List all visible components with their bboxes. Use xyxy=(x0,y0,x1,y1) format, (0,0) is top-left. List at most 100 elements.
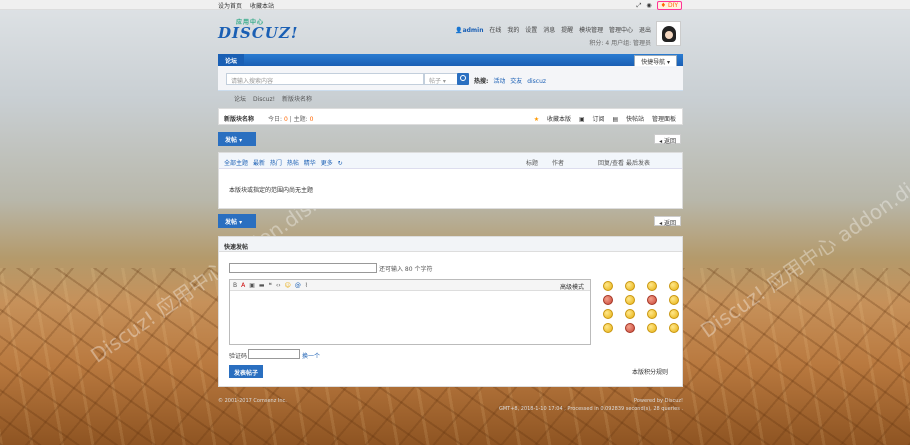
bold-icon[interactable]: B xyxy=(233,282,237,289)
forum-title: 新版块名称 xyxy=(224,116,255,123)
smiley-icon[interactable] xyxy=(625,295,635,305)
submit-post-button[interactable]: 发表帖子 xyxy=(229,365,264,378)
subject-hint: 还可输入 80 个字符 xyxy=(379,266,433,273)
code-icon[interactable]: ‹› xyxy=(276,282,281,289)
smiley-icon[interactable] xyxy=(625,323,635,333)
main-nav: 论坛 快捷导航 ▾ xyxy=(218,54,683,68)
link-icon[interactable]: ▬ xyxy=(259,282,265,289)
user-link-logout[interactable]: 退出 xyxy=(639,27,651,34)
smiley-icon[interactable] xyxy=(669,295,679,305)
hot-searches: 热搜: 活动 交友 discuz xyxy=(474,78,547,85)
subscribe-link[interactable]: ▣ 订阅 xyxy=(579,116,605,123)
point-rules-link[interactable]: 本版积分规则 xyxy=(632,367,668,376)
footer-stats: GMT+8, 2018-1-10 17:04 , Processed in 0.… xyxy=(498,406,683,412)
user-link-my[interactable]: 我的 xyxy=(507,27,519,34)
usergroup-link[interactable]: 用户组: 管理员 xyxy=(611,40,651,47)
avatar[interactable] xyxy=(656,21,681,46)
filter-latest[interactable]: 最新 xyxy=(253,160,265,167)
set-home-link[interactable]: 设为首页 xyxy=(218,3,242,10)
breadcrumb-item[interactable]: 新版块名称 xyxy=(282,96,312,103)
search-bar: 请输入搜索内容 帖子 ▾ 热搜: 活动 交友 discuz xyxy=(218,66,683,91)
smiley-icon[interactable] xyxy=(647,281,657,291)
smiley-panel xyxy=(603,281,681,333)
action-row-top: 发帖 ▾ ◂ 返回 xyxy=(218,132,683,146)
smiley-icon[interactable] xyxy=(625,281,635,291)
thread-list-header: 全部主题 最新 热门 热帖 精华 更多 ↻ 标题 作者 回复/查看 最后发表 xyxy=(219,153,682,169)
bookmark-link[interactable]: 收藏本站 xyxy=(250,3,274,10)
refresh-icon[interactable]: ↻ xyxy=(338,160,343,167)
user-link-admin[interactable]: 管理中心 xyxy=(609,27,633,34)
search-button[interactable] xyxy=(457,73,469,85)
new-post-button[interactable]: 发帖 ▾ xyxy=(218,132,256,146)
user-link-notice[interactable]: 提醒 xyxy=(561,27,573,34)
advanced-mode-link[interactable]: 高级模式 xyxy=(560,282,584,291)
online-status[interactable]: 在线 xyxy=(489,27,501,34)
footer-power[interactable]: Powered by Discuz! xyxy=(634,398,683,404)
back-button[interactable]: ◂ 返回 xyxy=(654,134,681,145)
user-link-settings[interactable]: 设置 xyxy=(525,27,537,34)
smiley-icon[interactable] xyxy=(669,281,679,291)
top-bar: 设为首页 收藏本站 ⤢ ◉ ♦ DIY xyxy=(0,0,910,10)
smiley-icon[interactable] xyxy=(603,309,613,319)
nav-tab-forum[interactable]: 论坛 xyxy=(218,54,245,66)
filter-all[interactable]: 全部主题 xyxy=(224,160,248,167)
favorite-forum-link[interactable]: ★ 收藏本版 xyxy=(528,116,571,123)
smiley-icon[interactable] xyxy=(669,323,679,333)
fast-post-title: 快速发帖 xyxy=(219,237,682,252)
style-icon[interactable]: ◉ xyxy=(646,2,651,9)
smiley-icon[interactable] xyxy=(625,309,635,319)
col-author[interactable]: 作者 xyxy=(552,160,564,167)
filter-digest[interactable]: 精华 xyxy=(304,160,316,167)
back-button[interactable]: ◂ 返回 xyxy=(654,216,681,227)
image-icon[interactable]: ▣ xyxy=(249,282,255,289)
hot-search-item[interactable]: discuz xyxy=(527,78,546,85)
col-replies[interactable]: 回复/查看 xyxy=(598,160,624,167)
smiley-icon[interactable] xyxy=(647,323,657,333)
forum-actions: ★ 收藏本版 ▣ 订阅 ▤ 快帖站 管理面板 xyxy=(522,114,676,123)
editor-toolbar: B A ▣ ▬ ❝ ‹› ☺ @ ⌇ xyxy=(230,280,590,291)
smiley-icon[interactable] xyxy=(603,323,613,333)
filter-hot-threads[interactable]: 热帖 xyxy=(287,160,299,167)
search-input[interactable]: 请输入搜索内容 xyxy=(226,73,424,85)
filter-hot[interactable]: 热门 xyxy=(270,160,282,167)
font-color-icon[interactable]: A xyxy=(241,282,245,289)
col-last-post[interactable]: 最后发表 xyxy=(626,160,650,167)
username-link[interactable]: admin xyxy=(463,27,484,34)
post-editor[interactable]: B A ▣ ▬ ❝ ‹› ☺ @ ⌇ 高级模式 xyxy=(229,279,591,345)
smiley-icon[interactable]: ☺ xyxy=(285,282,291,289)
attach-icon[interactable]: ⌇ xyxy=(305,282,308,289)
smiley-icon[interactable] xyxy=(647,295,657,305)
col-title: 标题 xyxy=(526,160,539,167)
breadcrumb-item[interactable]: 论坛 xyxy=(234,96,246,103)
smiley-icon[interactable] xyxy=(669,309,679,319)
filter-more[interactable]: 更多 xyxy=(321,160,333,167)
hot-search-item[interactable]: 活动 xyxy=(493,78,505,85)
fast-post-panel: 快速发帖 还可输入 80 个字符 B A ▣ ▬ ❝ ‹› ☺ @ ⌇ 高级模式 xyxy=(218,236,683,387)
captcha-input[interactable] xyxy=(248,349,300,359)
at-icon[interactable]: @ xyxy=(295,282,301,289)
new-post-button[interactable]: 发帖 ▾ xyxy=(218,214,256,228)
action-row-bottom: 发帖 ▾ ◂ 返回 xyxy=(218,214,683,228)
points-link[interactable]: 积分: 4 xyxy=(589,40,609,47)
admin-panel-link[interactable]: 管理面板 xyxy=(652,116,676,123)
forum-header: 新版块名称 今日: 0 | 主题: 0 ★ 收藏本版 ▣ 订阅 ▤ 快帖站 管理… xyxy=(218,108,683,125)
user-link-messages[interactable]: 消息 xyxy=(543,27,555,34)
smiley-icon[interactable] xyxy=(603,295,613,305)
user-link-modules[interactable]: 模块管理 xyxy=(579,27,603,34)
captcha-change-link[interactable]: 换一个 xyxy=(302,351,320,360)
header: 应用中心 DISCUZ! 👤admin 在线 我的 设置 消息 提醒 模块管理 管… xyxy=(218,12,683,52)
user-stats: 积分: 4 用户组: 管理员 xyxy=(589,38,651,47)
hot-search-item[interactable]: 交友 xyxy=(510,78,522,85)
diy-button[interactable]: ♦ DIY xyxy=(656,1,682,10)
quote-icon[interactable]: ❝ xyxy=(269,282,272,289)
subject-input[interactable] xyxy=(229,263,377,273)
expand-icon[interactable]: ⤢ xyxy=(637,2,642,10)
site-logo[interactable]: 应用中心 DISCUZ! xyxy=(218,19,298,42)
footer: © 2001-2017 Comsenz Inc. Powered by Disc… xyxy=(218,398,683,412)
user-icon: 👤 xyxy=(455,27,463,34)
quick-site-link[interactable]: ▤ 快帖站 xyxy=(612,116,644,123)
breadcrumb-item[interactable]: Discuz! xyxy=(253,96,275,103)
smiley-icon[interactable] xyxy=(647,309,657,319)
smiley-icon[interactable] xyxy=(603,281,613,291)
user-bar: 👤admin 在线 我的 设置 消息 提醒 模块管理 管理中心 退出 xyxy=(451,25,651,34)
